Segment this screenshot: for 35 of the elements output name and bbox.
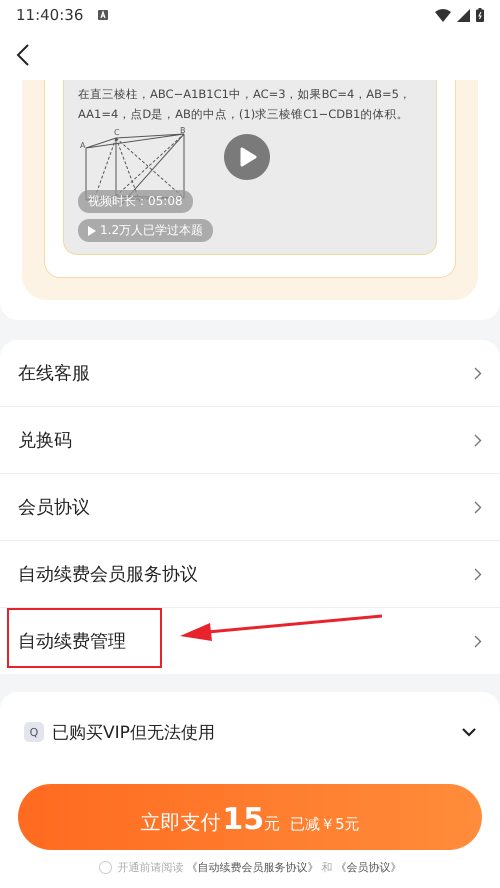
notification-icon — [97, 9, 110, 21]
video-duration-badge: 视频时长：05:08 — [78, 190, 193, 213]
faq-question: 已购买VIP但无法使用 — [52, 722, 216, 744]
wifi-icon — [435, 8, 451, 22]
chevron-right-icon — [474, 568, 482, 580]
question-text: 在直三棱柱，ABC−A1B1C1中，AC=3，如果BC=4，AB=5，AA1=4，点D是，AB的中点，(1)求三棱锥C1−CDB1的体积。 — [78, 86, 412, 123]
agreement-link[interactable]: 《会员协议》 — [336, 860, 402, 875]
chevron-right-icon — [474, 366, 482, 380]
chevron-right-icon — [474, 634, 482, 648]
menu-item-label: 会员协议 — [18, 496, 90, 519]
agreement-checkbox[interactable] — [98, 861, 112, 874]
agreement-text: 和 — [322, 860, 332, 875]
menu-item[interactable]: 在线客服 — [0, 340, 500, 407]
menu-item[interactable]: 会员协议 — [0, 474, 500, 541]
menu-item[interactable]: 自动续费会员服务协议 — [0, 541, 500, 608]
menu-item-label: 在线客服 — [18, 362, 90, 385]
menu-item[interactable]: 兑换码 — [0, 407, 500, 474]
battery-icon — [476, 8, 484, 22]
menu-item[interactable]: 自动续费管理 — [0, 608, 500, 674]
play-icon — [88, 226, 96, 236]
learner-count-text: 1.2万人已学过本题 — [100, 222, 204, 239]
play-button-icon[interactable] — [224, 134, 270, 180]
back-icon[interactable] — [16, 43, 30, 67]
chevron-right-icon — [474, 500, 482, 514]
video-preview[interactable]: 在直三棱柱，ABC−A1B1C1中，AC=3，如果BC=4，AB=5，AA1=4，点D是，AB的中点，(1)求三棱锥C1−CDB1的体积。 A C B 视频时长：05:08 1.2万人已学过本题 — [63, 80, 437, 255]
agreement-link[interactable]: 《自动续费会员服务协议》 — [186, 860, 318, 875]
menu-item-label: 兑换码 — [18, 429, 72, 452]
signal-icon — [457, 8, 470, 22]
menu-item-label: 自动续费会员服务协议 — [18, 563, 198, 586]
menu-item-label: 自动续费管理 — [18, 630, 126, 653]
faq-item[interactable]: Q 已购买VIP但无法使用 — [0, 692, 500, 772]
status-time: 11:40:36 — [16, 6, 84, 24]
chevron-right-icon — [474, 434, 482, 446]
agreement-text: 开通前请阅读 — [118, 860, 184, 875]
question-badge: Q — [24, 722, 44, 742]
